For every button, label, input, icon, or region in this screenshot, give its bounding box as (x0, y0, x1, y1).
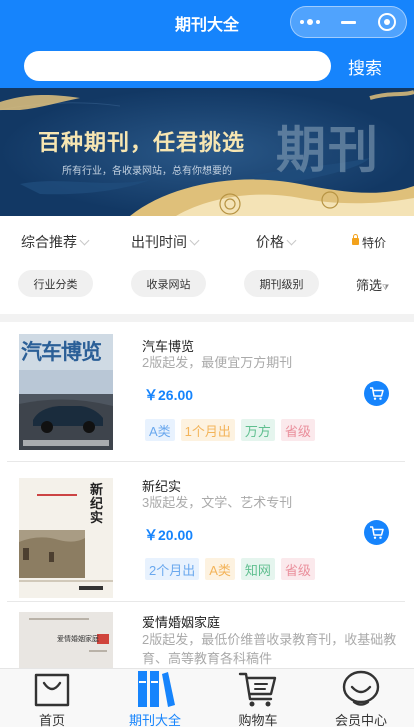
sort-tab-special-price[interactable]: 特价 (352, 234, 386, 251)
banner-subtitle: 所有行业，各收录网站，总有你想要的 (62, 166, 232, 177)
minimize-button[interactable] (329, 7, 367, 37)
journal-list-item[interactable]: 汽车博览 汽车博览 2版起发，最便宜万方期刊 ￥26.00 A类 1个月出 万方… (0, 322, 414, 462)
filter-label: 筛选 (356, 278, 383, 293)
journal-title: 爱情婚姻家庭 (142, 615, 221, 630)
target-icon (377, 13, 396, 31)
tag-badge: 2个月出 (145, 558, 200, 580)
cover-title: 汽车博览 (21, 339, 102, 364)
search-button[interactable]: 搜索 (348, 54, 382, 79)
tab-label: 期刊大全 (128, 713, 181, 727)
sort-tab-price[interactable]: 价格 (256, 232, 297, 252)
journal-description: 2版起发，最低价维普收录教育刊，收基础教育、高等教育各科稿件 (142, 632, 397, 666)
tab-label: 购物车 (238, 713, 278, 727)
journal-description: 3版起发，文学、艺术专刊 (142, 495, 293, 510)
add-to-cart-button[interactable] (364, 381, 389, 406)
promo-banner[interactable]: 百种期刊，任君挑选 所有行业，各收录网站，总有你想要的 期刊 (0, 88, 414, 216)
journal-list-item[interactable]: 爱情婚姻家庭 爱情婚姻家庭 2版起发，最低价维普收录教育刊，收基础教育、高等教育… (0, 602, 414, 668)
top-bar: 期刊大全 搜索 (0, 0, 414, 88)
journal-description: 2版起发，最便宜万方期刊 (142, 355, 293, 370)
chevron-down-icon (286, 235, 297, 245)
cover-title: 爱情婚姻家庭 (57, 636, 99, 643)
journal-price: ￥20.00 (144, 527, 194, 543)
app-root: 期刊大全 搜索 百种期刊，任君挑选 所有行业，各收录网站，总有你想要的 期刊 综… (0, 0, 414, 727)
tab-home[interactable]: 首页 (2, 669, 102, 727)
tag-badge: 知网 (240, 558, 275, 580)
tab-journals[interactable]: 期刊大全 (105, 669, 205, 727)
bag-icon (34, 673, 70, 707)
mini-program-capsule (290, 6, 407, 38)
lock-icon (352, 234, 359, 245)
journal-cover: 新纪实 (19, 478, 113, 598)
tag-badge: A类 (145, 419, 175, 441)
tag-badge: 省级 (280, 419, 315, 441)
tab-member-center[interactable]: 会员中心 (311, 669, 411, 727)
tab-label: 首页 (38, 713, 65, 727)
tab-label: 会员中心 (334, 713, 387, 727)
more-dots-icon (300, 19, 321, 25)
sort-tab-publish-time[interactable]: 出刊时间 (131, 232, 200, 252)
tag-badge: A类 (205, 558, 235, 580)
chevron-down-icon (189, 235, 200, 245)
cover-title: 新纪实 (90, 483, 104, 526)
section-divider (0, 314, 414, 322)
sort-tab-label: 价格 (256, 234, 284, 250)
filter-chip-index-site[interactable]: 收录网站 (131, 270, 206, 297)
chevron-down-icon (79, 235, 90, 245)
books-icon (138, 671, 175, 707)
tag-badge: 省级 (280, 558, 315, 580)
journal-cover: 爱情婚姻家庭 (19, 612, 113, 668)
more-menu-button[interactable] (291, 7, 329, 37)
sort-tab-label: 出刊时间 (131, 234, 187, 250)
close-mini-program-button[interactable] (368, 7, 406, 37)
journal-list-item[interactable]: 新纪实 新纪实 3版起发，文学、艺术专刊 ￥20.00 2个月出 A类 知网 省… (0, 462, 414, 602)
cart-icon (370, 387, 384, 400)
tag-badge: 1个月出 (180, 419, 235, 441)
sort-tab-label: 综合推荐 (21, 234, 77, 250)
tag-badge: 万方 (240, 419, 275, 441)
filter-button[interactable]: 筛选⧩ (356, 275, 389, 294)
cart-icon (238, 672, 277, 707)
minimize-icon (340, 20, 356, 24)
journal-tags: 2个月出 A类 知网 省级 (145, 558, 315, 580)
sort-tabs: 综合推荐 出刊时间 价格 特价 (0, 216, 414, 266)
journal-tags: A类 1个月出 万方 省级 (145, 419, 315, 441)
cart-icon (370, 526, 384, 539)
filter-funnel-icon: ⧩ (382, 283, 390, 292)
banner-headline: 百种期刊，任君挑选 (38, 130, 246, 156)
filter-chip-level[interactable]: 期刊级别 (244, 270, 319, 297)
tab-cart[interactable]: 购物车 (208, 669, 308, 727)
add-to-cart-button[interactable] (364, 520, 389, 545)
sort-tab-label: 特价 (362, 236, 387, 250)
filter-chip-industry[interactable]: 行业分类 (18, 270, 93, 297)
journal-price: ￥26.00 (144, 387, 194, 403)
smile-icon (342, 670, 380, 706)
journal-cover: 汽车博览 (19, 334, 113, 450)
search-input[interactable] (24, 51, 331, 81)
bottom-tab-bar: 首页 期刊大全 购物车 会员中心 (0, 668, 414, 727)
sort-tab-recommend[interactable]: 综合推荐 (21, 232, 90, 252)
banner-big-text: 期刊 (276, 120, 380, 179)
